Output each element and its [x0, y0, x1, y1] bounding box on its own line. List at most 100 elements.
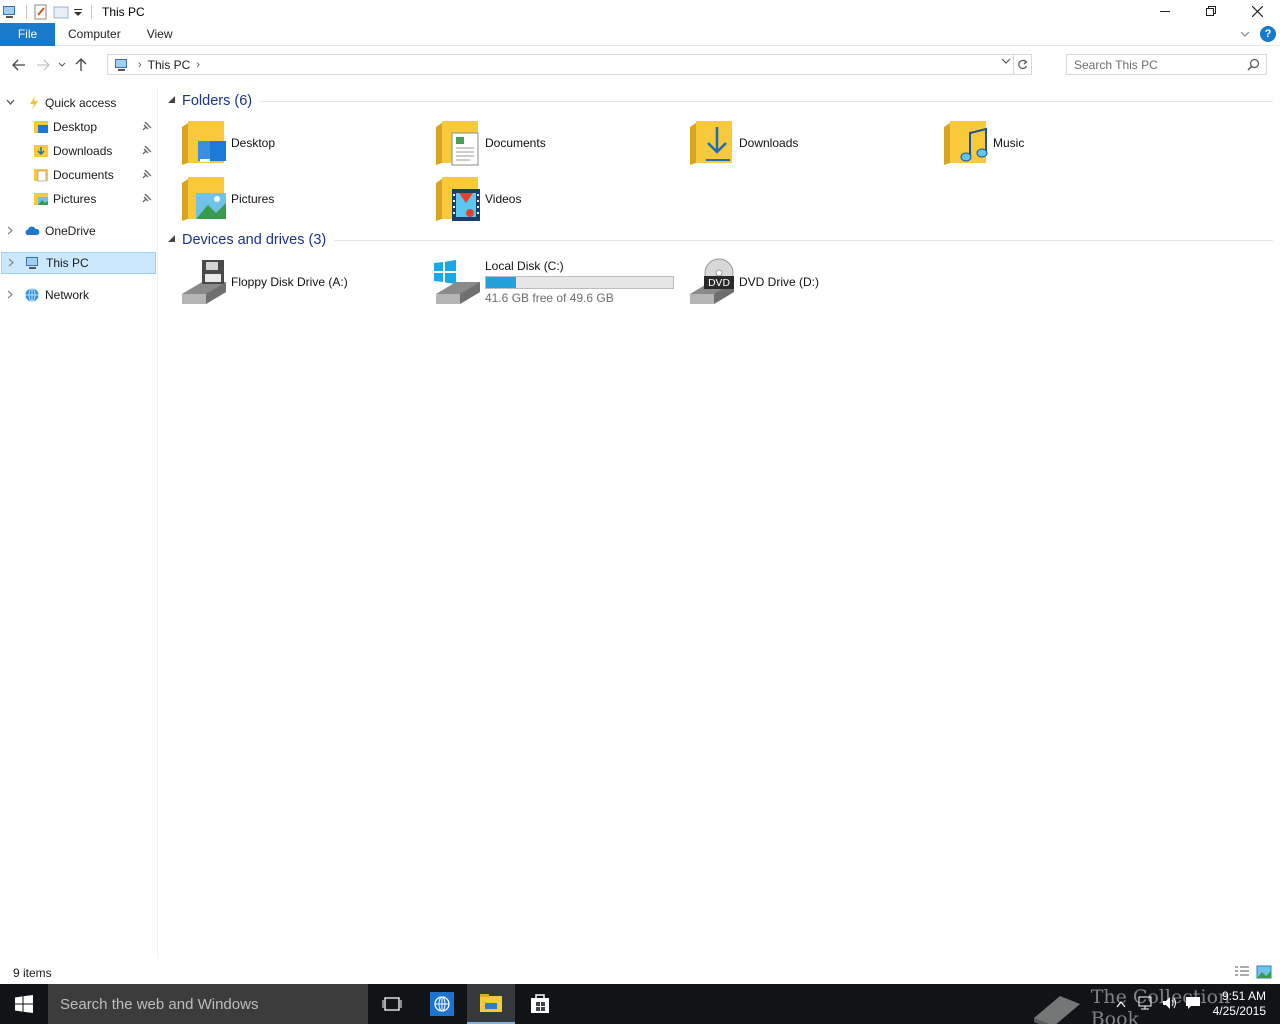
customize-toolbar-icon[interactable] — [73, 4, 83, 20]
toolbar-divider — [91, 4, 92, 19]
taskbar-browser-button[interactable] — [418, 984, 466, 1024]
refresh-button[interactable] — [1013, 55, 1031, 74]
breadcrumb-separator-icon[interactable]: › — [138, 59, 142, 71]
tab-file[interactable]: File — [0, 22, 55, 46]
volume-icon[interactable] — [1157, 996, 1181, 1013]
nav-item-quick-access[interactable]: Quick access — [0, 92, 156, 114]
expand-ribbon-icon[interactable] — [1240, 27, 1250, 41]
drive-tile-floppy[interactable]: Floppy Disk Drive (A:) — [180, 257, 348, 307]
ribbon-tabs: File Computer View ? — [0, 22, 1280, 46]
status-bar: 9 items — [0, 962, 1280, 984]
folder-tile-music[interactable]: Music — [942, 118, 1024, 168]
forward-button[interactable] — [31, 53, 55, 77]
address-bar[interactable]: › This PC › — [107, 54, 1032, 75]
drive-usage-bar — [485, 276, 674, 289]
documents-folder-icon — [33, 167, 49, 183]
folder-tile-desktop[interactable]: Desktop — [180, 118, 275, 168]
group-divider — [334, 239, 1273, 241]
desktop-folder-icon — [180, 119, 228, 167]
taskbar-store-button[interactable] — [516, 984, 564, 1024]
chevron-down-icon — [58, 62, 66, 67]
new-folder-icon[interactable] — [53, 4, 69, 20]
task-view-button[interactable] — [368, 984, 416, 1024]
nav-item-onedrive[interactable]: OneDrive — [0, 220, 156, 242]
computer-icon — [25, 255, 41, 271]
pictures-folder-icon — [180, 175, 228, 223]
pictures-folder-icon — [33, 191, 49, 207]
nav-item-documents[interactable]: Documents — [0, 164, 156, 186]
browser-icon — [430, 992, 454, 1016]
pin-icon[interactable] — [142, 169, 152, 182]
view-switcher — [1228, 965, 1272, 979]
dvd-drive-icon: DVD — [688, 258, 736, 306]
taskbar-search-placeholder: Search the web and Windows — [60, 995, 259, 1013]
breadcrumb-this-pc[interactable]: This PC — [148, 58, 191, 72]
folder-tile-documents[interactable]: Documents — [434, 118, 546, 168]
clock[interactable]: 9:51 AM 4/25/2015 — [1213, 989, 1266, 1019]
drive-free-space: 41.6 GB free of 49.6 GB — [485, 291, 614, 305]
search-icon[interactable] — [1247, 58, 1260, 74]
book-logo-icon — [1034, 996, 1080, 1024]
nav-item-this-pc[interactable]: This PC — [1, 252, 156, 274]
close-button[interactable] — [1234, 0, 1280, 22]
up-arrow-icon — [75, 58, 87, 71]
desktop-folder-icon — [33, 119, 49, 135]
minimize-button[interactable] — [1142, 0, 1188, 22]
nav-label-pictures: Pictures — [53, 192, 97, 206]
tab-view[interactable]: View — [134, 23, 186, 46]
folder-tile-videos[interactable]: Videos — [434, 174, 521, 224]
address-history-dropdown[interactable] — [1001, 57, 1011, 68]
folder-tile-downloads[interactable]: Downloads — [688, 118, 798, 168]
network-globe-icon — [24, 287, 40, 303]
help-icon[interactable]: ? — [1260, 26, 1276, 42]
pin-icon[interactable] — [142, 121, 152, 134]
expand-chevron-icon[interactable] — [7, 258, 16, 269]
start-button[interactable] — [0, 984, 48, 1024]
network-status-icon[interactable] — [1133, 996, 1157, 1013]
collapse-group-icon[interactable] — [168, 235, 176, 245]
pin-icon[interactable] — [142, 145, 152, 158]
search-input[interactable]: Search This PC — [1066, 54, 1267, 75]
pin-icon[interactable] — [142, 193, 152, 206]
folder-name: Music — [993, 136, 1025, 150]
group-header-folders[interactable]: Folders (6) — [168, 93, 1273, 109]
nav-item-network[interactable]: Network — [0, 284, 156, 306]
group-header-devices[interactable]: Devices and drives (3) — [168, 232, 1273, 248]
forward-arrow-icon — [37, 59, 50, 71]
nav-item-desktop[interactable]: Desktop — [0, 116, 156, 138]
details-view-icon[interactable] — [1234, 965, 1250, 979]
windows-logo-icon — [15, 995, 33, 1013]
taskbar-file-explorer-button[interactable] — [467, 984, 515, 1024]
computer-icon[interactable] — [2, 4, 18, 20]
tab-computer[interactable]: Computer — [55, 23, 134, 46]
collapse-group-icon[interactable] — [168, 96, 176, 106]
drive-usage-fill — [486, 277, 517, 288]
recent-locations-button[interactable] — [55, 53, 69, 77]
drive-tile-dvd[interactable]: DVD DVD Drive (D:) — [688, 257, 819, 307]
computer-icon — [115, 58, 127, 71]
breadcrumb-separator-icon[interactable]: › — [196, 59, 200, 71]
properties-icon[interactable] — [33, 4, 49, 20]
nav-item-pictures[interactable]: Pictures — [0, 188, 156, 210]
large-icons-view-icon[interactable] — [1256, 965, 1272, 979]
taskbar-search-input[interactable]: Search the web and Windows — [48, 984, 368, 1024]
restore-button[interactable] — [1188, 0, 1234, 22]
quick-access-star-icon — [26, 95, 42, 111]
show-hidden-icons-icon[interactable] — [1109, 997, 1133, 1011]
refresh-icon — [1018, 59, 1028, 70]
expand-chevron-icon[interactable] — [6, 290, 15, 301]
floppy-drive-icon — [180, 258, 228, 306]
action-center-icon[interactable] — [1181, 996, 1205, 1013]
collapse-chevron-icon[interactable] — [6, 98, 15, 109]
nav-item-downloads[interactable]: Downloads — [0, 140, 156, 162]
up-button[interactable] — [69, 53, 93, 77]
title-bar: This PC — [0, 0, 1280, 23]
drive-tile-local-disk[interactable]: Local Disk (C:) 41.6 GB free of 49.6 GB — [434, 257, 674, 307]
expand-chevron-icon[interactable] — [6, 226, 15, 237]
drive-name: Floppy Disk Drive (A:) — [231, 275, 348, 289]
folder-tile-pictures[interactable]: Pictures — [180, 174, 274, 224]
store-icon — [531, 994, 549, 1013]
back-arrow-icon — [12, 59, 25, 71]
back-button[interactable] — [7, 53, 31, 77]
folder-name: Documents — [485, 136, 546, 150]
